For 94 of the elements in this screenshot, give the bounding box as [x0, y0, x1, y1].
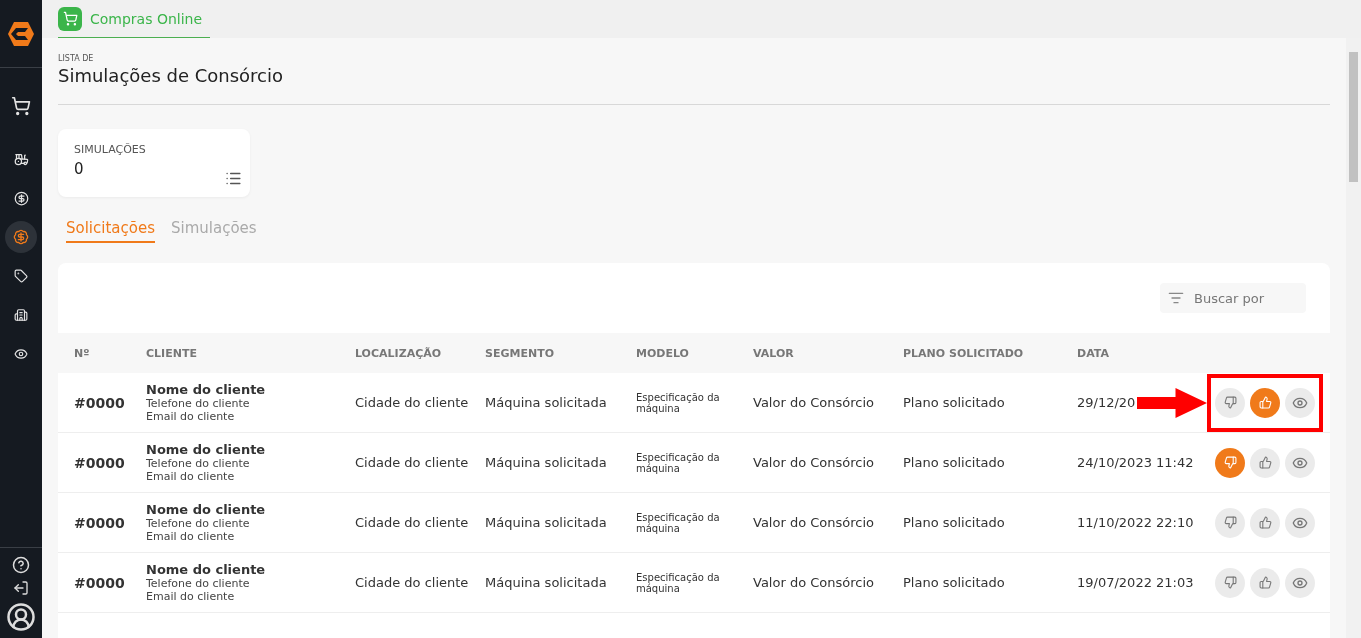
page-title: Simulações de Consórcio	[58, 65, 284, 86]
tractor-icon	[13, 151, 29, 167]
thumbs-down-icon	[1223, 516, 1237, 529]
logout-icon[interactable]	[13, 580, 29, 596]
help-icon[interactable]	[12, 556, 30, 574]
view-button[interactable]	[1285, 387, 1315, 418]
table-cell-text: Cidade do cliente	[355, 515, 470, 530]
column-header: VALOR	[753, 346, 795, 360]
view-button[interactable]	[1285, 507, 1315, 538]
table-cell-text: Plano solicitado	[903, 515, 1006, 530]
column-header: PLANO SOLICITADO	[903, 346, 1025, 360]
arrow-icon	[1137, 387, 1207, 418]
thumbs-down-icon	[1223, 576, 1237, 589]
table-cell-text: Máquina solicitada	[485, 395, 608, 410]
filter-icon	[1168, 290, 1184, 306]
thumbs-up-button[interactable]	[1250, 507, 1280, 538]
client-email: Email do cliente	[146, 470, 236, 483]
table-cell-text: 11/10/2022 22:10	[1077, 515, 1195, 530]
building-icon	[14, 308, 28, 322]
client-phone: Telefone do cliente	[146, 577, 251, 590]
client-email: Email do cliente	[146, 590, 236, 603]
client-phone: Telefone do cliente	[146, 397, 251, 410]
app-tab-label: Compras Online	[90, 10, 203, 27]
tab[interactable]: Simulações	[171, 219, 257, 243]
eye-icon	[14, 347, 28, 361]
thumbs-up-button[interactable]	[1250, 447, 1280, 478]
table-cell-text: Plano solicitado	[903, 575, 1006, 590]
thumbs-up-icon	[1258, 396, 1272, 409]
table-cell-text: Cidade do cliente	[355, 575, 470, 590]
column-header: DATA	[1077, 346, 1110, 360]
table-cell-text: #0000	[74, 394, 126, 411]
table-cell-text: Máquina solicitada	[485, 515, 608, 530]
scrollbar[interactable]	[1346, 38, 1361, 638]
column-header: Nº	[74, 346, 91, 360]
table-cell-text: 19/07/2022 21:03	[1077, 575, 1195, 590]
column-header: CLIENTE	[146, 346, 198, 360]
list-icon	[225, 170, 242, 187]
table-cell-text: Valor do Consórcio	[753, 515, 875, 530]
table-cell-text: Especificação da máquina	[636, 451, 721, 474]
tab[interactable]: Solicitações	[66, 219, 155, 243]
table-cell-text: Máquina solicitada	[485, 575, 608, 590]
cart-icon	[58, 6, 82, 31]
client-name: Nome do cliente	[146, 382, 267, 397]
client-email: Email do cliente	[146, 530, 236, 543]
table-cell-text: Plano solicitado	[903, 395, 1006, 410]
table-cell-text: #0000	[74, 514, 126, 531]
sidebar-item[interactable]	[5, 221, 37, 253]
thumbs-down-button[interactable]	[1215, 507, 1245, 538]
table-cell-text: Valor do Consórcio	[753, 395, 875, 410]
thumbs-down-icon	[1223, 456, 1237, 469]
table-cell-text: Plano solicitado	[903, 455, 1006, 470]
stat-value: 0	[74, 160, 85, 178]
table-cell-text: Máquina solicitada	[485, 455, 608, 470]
thumbs-up-icon	[1258, 516, 1272, 529]
table-cell-text: #0000	[74, 454, 126, 471]
table-cell-text: 24/10/2023 11:42	[1077, 455, 1195, 470]
thumbs-up-button[interactable]	[1250, 567, 1280, 598]
table-cell-text: 29/12/20	[1077, 395, 1137, 410]
stat-label: SIMULAÇÕES	[74, 143, 147, 156]
client-phone: Telefone do cliente	[146, 517, 251, 530]
table-cell-text: #0000	[74, 574, 126, 591]
thumbs-up-icon	[1258, 576, 1272, 589]
table-cell-text: Especificação da máquina	[636, 511, 721, 534]
thumbs-up-icon	[1258, 456, 1272, 469]
tag-icon	[14, 269, 28, 283]
thumbs-down-icon	[1223, 396, 1237, 409]
page-overline: LISTA DE	[58, 54, 95, 63]
app-tab[interactable]: Compras Online	[58, 0, 211, 38]
client-name: Nome do cliente	[146, 562, 267, 577]
table-cell-text: Cidade do cliente	[355, 455, 470, 470]
search-input[interactable]: Buscar por	[1192, 289, 1292, 307]
cart-icon	[11, 96, 31, 116]
thumbs-down-button[interactable]	[1215, 447, 1245, 478]
thumbs-down-button[interactable]	[1215, 567, 1245, 598]
table-cell-text: Valor do Consórcio	[753, 455, 875, 470]
avatar-icon[interactable]	[6, 602, 36, 632]
column-header: MODELO	[636, 346, 690, 360]
client-phone: Telefone do cliente	[146, 457, 251, 470]
client-name: Nome do cliente	[146, 502, 267, 517]
thumbs-down-button[interactable]	[1215, 387, 1245, 418]
dollar-icon	[13, 190, 29, 206]
view-button[interactable]	[1285, 567, 1315, 598]
table-cell-text: Valor do Consórcio	[753, 575, 875, 590]
view-button[interactable]	[1285, 447, 1315, 478]
client-email: Email do cliente	[146, 410, 236, 423]
table-cell-text: Especificação da máquina	[636, 571, 721, 594]
table-cell-text: Cidade do cliente	[355, 395, 470, 410]
thumbs-up-button[interactable]	[1250, 387, 1280, 418]
table-cell-text: Especificação da máquina	[636, 391, 721, 414]
client-name: Nome do cliente	[146, 442, 267, 457]
dollar-badge-icon	[13, 229, 29, 245]
column-header: SEGMENTO	[485, 346, 555, 360]
column-header: LOCALIZAÇÃO	[355, 346, 443, 360]
search-field[interactable]: Buscar por	[1160, 283, 1306, 313]
